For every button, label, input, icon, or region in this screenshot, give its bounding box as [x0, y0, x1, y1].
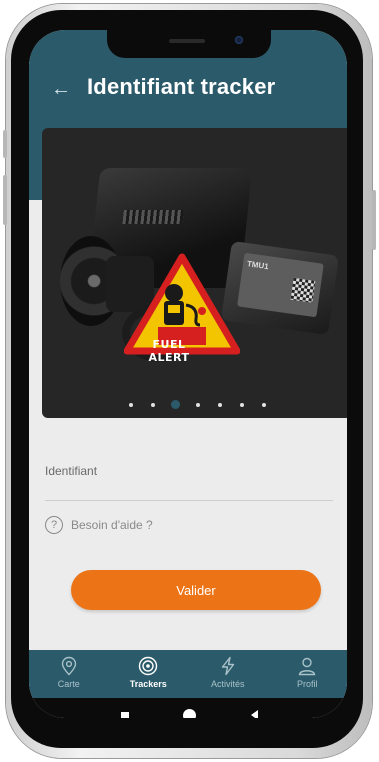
- carousel-dot-active[interactable]: [170, 400, 180, 410]
- front-camera: [235, 36, 243, 44]
- signal-icon: [139, 656, 158, 676]
- bottom-tab-bar: Carte Trackers Activités Profil: [29, 650, 347, 698]
- home-button[interactable]: [183, 709, 196, 718]
- tab-label: Profil: [296, 679, 318, 689]
- help-link[interactable]: ? Besoin d'aide ?: [45, 515, 153, 535]
- user-icon: [298, 657, 316, 676]
- page-title: Identifiant tracker: [87, 74, 276, 99]
- speaker: [169, 39, 205, 43]
- lightning-icon: [221, 656, 234, 676]
- volume-up-button: [3, 130, 7, 158]
- map-pin-icon: [61, 656, 76, 676]
- help-text: Besoin d'aide ?: [71, 518, 153, 532]
- fuel-alert-text: FUEL ALERT: [148, 338, 190, 364]
- back-button[interactable]: [251, 710, 258, 718]
- carousel-dot[interactable]: [239, 402, 244, 407]
- identifier-field-label[interactable]: Identifiant: [45, 464, 97, 478]
- carousel-dots: [42, 396, 347, 410]
- notch: [107, 30, 271, 58]
- carousel-dot[interactable]: [261, 402, 266, 407]
- product-image-carousel[interactable]: TMU1 FUEL ALERT: [42, 128, 347, 418]
- qr-code-icon: [290, 277, 316, 303]
- tab-label: Carte: [57, 679, 80, 689]
- tab-label: Activités: [210, 679, 245, 689]
- carousel-dot[interactable]: [217, 402, 222, 407]
- validate-button[interactable]: Valider: [71, 570, 321, 610]
- carousel-dot[interactable]: [195, 402, 200, 407]
- screen: ← Identifiant tracker TMU1 FUEL ALERT Id…: [29, 30, 347, 718]
- volume-down-button: [3, 175, 7, 225]
- tab-profil[interactable]: Profil: [268, 650, 348, 698]
- carousel-dot[interactable]: [150, 402, 155, 407]
- carousel-dot[interactable]: [128, 402, 133, 407]
- question-circle-icon: ?: [45, 516, 63, 534]
- connector-ports: [122, 210, 184, 224]
- tab-label: Trackers: [129, 679, 167, 689]
- tab-activites[interactable]: Activités: [188, 650, 268, 698]
- recent-apps-button[interactable]: [121, 712, 129, 718]
- arrow-left-icon[interactable]: ←: [51, 78, 73, 100]
- tab-carte[interactable]: Carte: [29, 650, 109, 698]
- identifier-field-underline[interactable]: [45, 500, 333, 501]
- power-button: [372, 190, 376, 250]
- tab-trackers[interactable]: Trackers: [109, 650, 189, 698]
